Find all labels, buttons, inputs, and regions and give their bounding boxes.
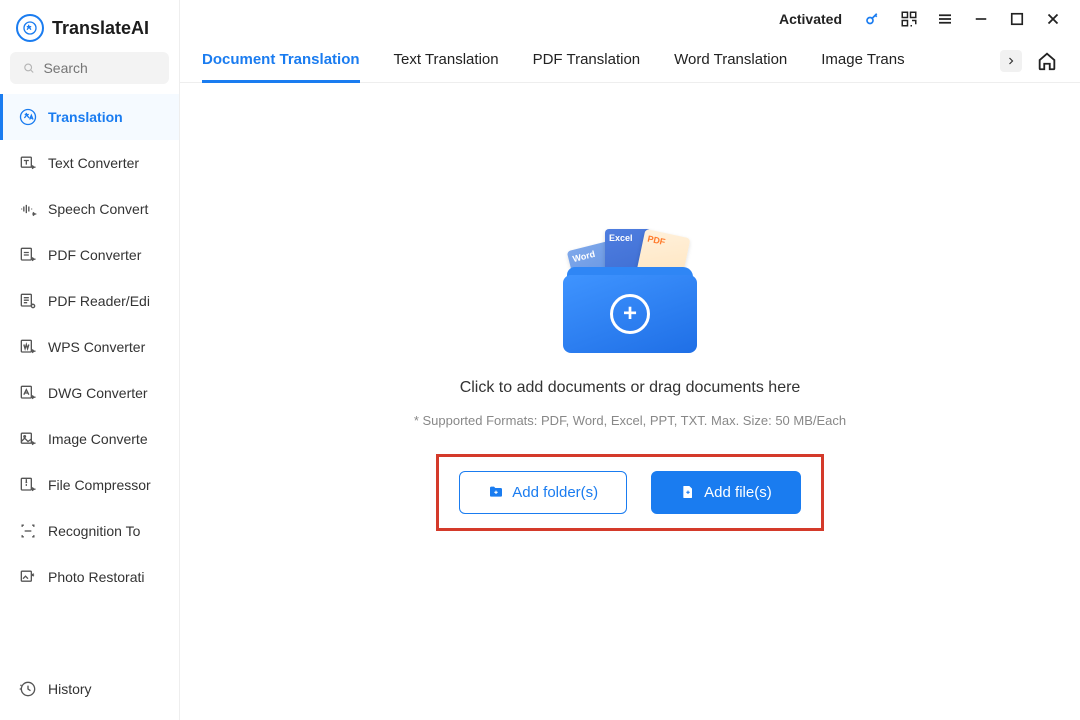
sidebar-item-file-compressor[interactable]: File Compressor bbox=[0, 462, 179, 508]
maximize-icon[interactable] bbox=[1008, 10, 1026, 28]
sidebar-item-pdf-reader[interactable]: PDF Reader/Edi bbox=[0, 278, 179, 324]
tab-pdf-translation[interactable]: PDF Translation bbox=[533, 51, 641, 82]
file-plus-icon bbox=[680, 484, 696, 500]
sidebar-item-label: Text Converter bbox=[48, 155, 139, 171]
sidebar-item-label: Speech Convert bbox=[48, 201, 148, 217]
titlebar: Activated bbox=[180, 0, 1080, 34]
key-icon[interactable] bbox=[864, 10, 882, 28]
add-file-label: Add file(s) bbox=[704, 484, 772, 501]
search-field[interactable] bbox=[43, 60, 157, 76]
dropzone[interactable]: Word Excel PDF + Click to add documents … bbox=[180, 83, 1080, 720]
folder-plus-icon bbox=[488, 484, 504, 500]
dropzone-subhint: * Supported Formats: PDF, Word, Excel, P… bbox=[414, 413, 846, 428]
close-icon[interactable] bbox=[1044, 10, 1062, 28]
sidebar-item-speech-convert[interactable]: Speech Convert bbox=[0, 186, 179, 232]
sidebar-item-history[interactable]: History bbox=[0, 666, 179, 712]
sidebar-item-label: Photo Restorati bbox=[48, 569, 145, 585]
highlighted-button-row: Add folder(s) Add file(s) bbox=[436, 454, 823, 531]
chevron-right-icon bbox=[1005, 55, 1017, 67]
photo-restoration-icon bbox=[18, 567, 38, 587]
minimize-icon[interactable] bbox=[972, 10, 990, 28]
tabs: Document Translation Text Translation PD… bbox=[180, 34, 1080, 83]
search-icon bbox=[22, 60, 35, 76]
image-converter-icon bbox=[18, 429, 38, 449]
sidebar-item-dwg-converter[interactable]: DWG Converter bbox=[0, 370, 179, 416]
text-converter-icon bbox=[18, 153, 38, 173]
qr-icon[interactable] bbox=[900, 10, 918, 28]
plus-icon: + bbox=[610, 294, 650, 334]
tab-image-translation[interactable]: Image Trans bbox=[821, 51, 904, 82]
history-icon bbox=[18, 679, 38, 699]
tab-word-translation[interactable]: Word Translation bbox=[674, 51, 787, 82]
folder-illustration: Word Excel PDF + bbox=[555, 223, 705, 363]
recognition-icon bbox=[18, 521, 38, 541]
sidebar-item-label: WPS Converter bbox=[48, 339, 145, 355]
activated-label: Activated bbox=[779, 11, 842, 27]
logo-icon bbox=[16, 14, 44, 42]
add-folder-button[interactable]: Add folder(s) bbox=[459, 471, 627, 514]
main-panel: Activated Document Translation Text Tran… bbox=[180, 0, 1080, 720]
sidebar-item-text-converter[interactable]: Text Converter bbox=[0, 140, 179, 186]
menu-icon[interactable] bbox=[936, 10, 954, 28]
wps-converter-icon bbox=[18, 337, 38, 357]
pdf-converter-icon bbox=[18, 245, 38, 265]
app-logo: TranslateAI bbox=[0, 0, 179, 52]
search-input[interactable] bbox=[10, 52, 169, 84]
sidebar-item-label: Recognition To bbox=[48, 523, 140, 539]
sidebar-item-label: Translation bbox=[48, 109, 123, 125]
sidebar-item-label: PDF Converter bbox=[48, 247, 141, 263]
sidebar-item-pdf-converter[interactable]: PDF Converter bbox=[0, 232, 179, 278]
sidebar-item-label: Image Converte bbox=[48, 431, 148, 447]
dwg-converter-icon bbox=[18, 383, 38, 403]
home-icon bbox=[1036, 50, 1058, 72]
sidebar: TranslateAI Translation Text Converter S… bbox=[0, 0, 180, 720]
file-compressor-icon bbox=[18, 475, 38, 495]
sidebar-item-label: PDF Reader/Edi bbox=[48, 293, 150, 309]
sidebar-item-translation[interactable]: Translation bbox=[0, 94, 179, 140]
sidebar-item-label: DWG Converter bbox=[48, 385, 148, 401]
app-name: TranslateAI bbox=[52, 18, 149, 39]
sidebar-item-image-converter[interactable]: Image Converte bbox=[0, 416, 179, 462]
add-folder-label: Add folder(s) bbox=[512, 484, 598, 501]
tab-text-translation[interactable]: Text Translation bbox=[394, 51, 499, 82]
sidebar-item-label: History bbox=[48, 681, 92, 697]
tabs-scroll-right[interactable] bbox=[1000, 50, 1022, 72]
home-button[interactable] bbox=[1036, 50, 1058, 72]
sidebar-nav: Translation Text Converter Speech Conver… bbox=[0, 94, 179, 720]
pdf-reader-icon bbox=[18, 291, 38, 311]
sidebar-item-wps-converter[interactable]: WPS Converter bbox=[0, 324, 179, 370]
translation-icon bbox=[18, 107, 38, 127]
dropzone-hint: Click to add documents or drag documents… bbox=[460, 379, 801, 397]
sidebar-item-photo-restoration[interactable]: Photo Restorati bbox=[0, 554, 179, 600]
add-file-button[interactable]: Add file(s) bbox=[651, 471, 801, 514]
speech-convert-icon bbox=[18, 199, 38, 219]
sidebar-item-label: File Compressor bbox=[48, 477, 151, 493]
sidebar-item-recognition[interactable]: Recognition To bbox=[0, 508, 179, 554]
tab-document-translation[interactable]: Document Translation bbox=[202, 51, 360, 82]
